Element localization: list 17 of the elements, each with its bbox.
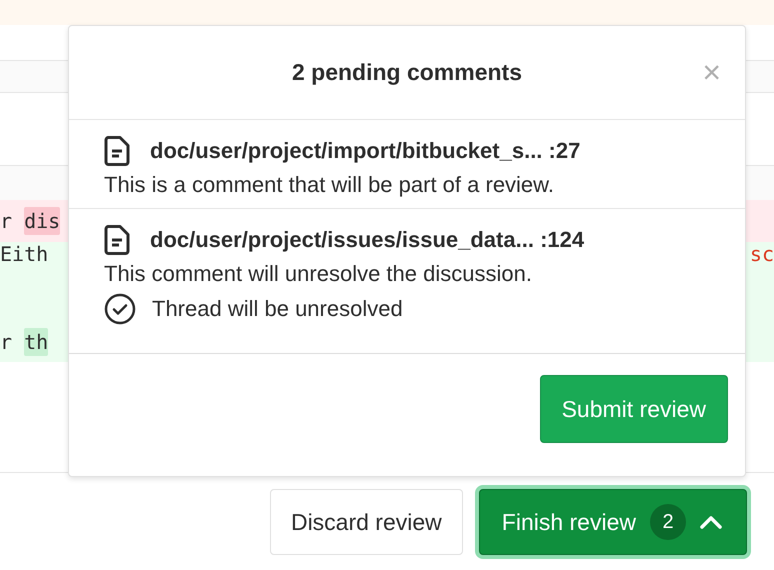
code-text: r xyxy=(0,208,14,235)
code-text: r xyxy=(0,329,14,356)
file-link[interactable]: doc/user/project/import/bitbucket_s... :27 xyxy=(150,138,580,164)
code-text: dis xyxy=(24,207,60,235)
comment-text: This comment will unresolve the discussion. xyxy=(104,261,533,287)
resolution-text: Thread will be unresolved xyxy=(152,296,403,322)
code-text: sc xyxy=(750,242,774,266)
file-icon xyxy=(104,225,130,255)
comment-text: This is a comment that will be part of a review. xyxy=(104,172,555,198)
check-circle-icon xyxy=(104,293,136,325)
file-icon xyxy=(104,136,130,166)
file-link[interactable]: doc/user/project/issues/issue_data... :124 xyxy=(150,227,584,253)
popup-title: 2 pending comments xyxy=(292,59,522,86)
code-text: Eith xyxy=(0,241,48,268)
discard-button[interactable]: Discard review xyxy=(270,489,463,555)
code-text: th xyxy=(24,328,48,356)
count-badge: 2 xyxy=(650,504,686,540)
